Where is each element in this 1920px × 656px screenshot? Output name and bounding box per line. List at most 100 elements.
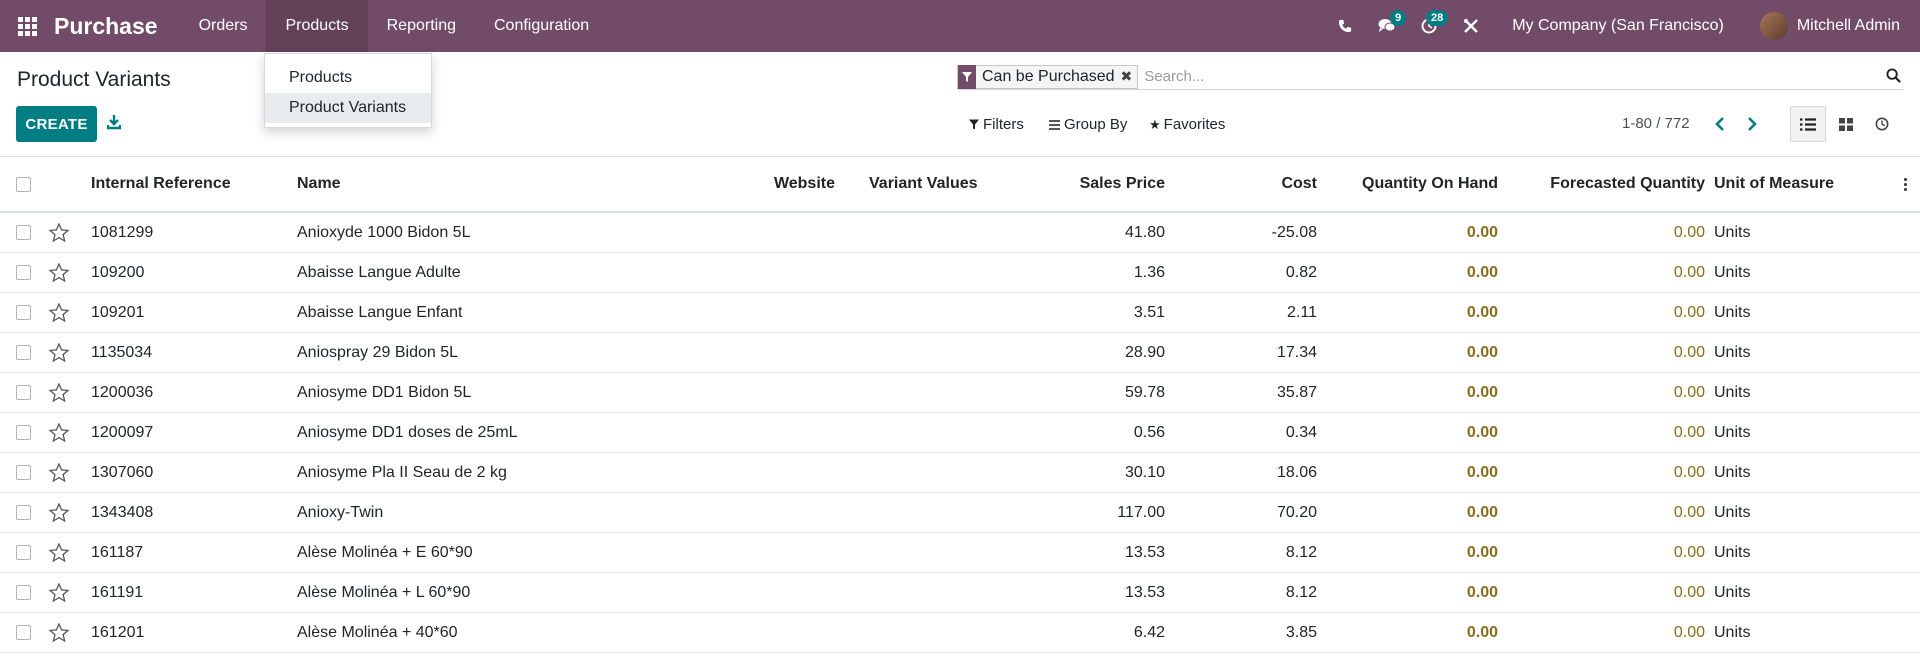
cell-cost: 8.12 xyxy=(1285,583,1317,601)
table-row[interactable]: 1135034 Aniospray 29 Bidon 5L 28.90 17.3… xyxy=(0,333,1920,373)
page-title: Product Variants xyxy=(17,68,171,91)
row-checkbox[interactable] xyxy=(16,613,32,652)
row-checkbox[interactable] xyxy=(16,413,32,452)
apps-menu-icon[interactable] xyxy=(0,0,54,52)
row-checkbox[interactable] xyxy=(16,493,32,532)
header-forecasted-quantity[interactable]: Forecasted Quantity xyxy=(1510,157,1705,211)
header-website[interactable]: Website xyxy=(700,157,835,211)
user-avatar[interactable] xyxy=(1759,12,1788,40)
favorite-star-icon[interactable] xyxy=(49,293,69,332)
row-checkbox[interactable] xyxy=(16,533,32,572)
row-checkbox[interactable] xyxy=(16,293,32,332)
header-sales-price[interactable]: Sales Price xyxy=(1000,157,1165,211)
table-row[interactable]: 1343408 Anioxy-Twin 117.00 70.20 0.00 0.… xyxy=(0,493,1920,533)
table-row[interactable]: 1200097 Aniosyme DD1 doses de 25mL 0.56 … xyxy=(0,413,1920,453)
dropdown-item-products[interactable]: Products xyxy=(265,63,431,93)
favorite-star-icon[interactable] xyxy=(49,413,69,452)
header-name[interactable]: Name xyxy=(297,157,341,211)
cell-name: Aniospray 29 Bidon 5L xyxy=(297,343,458,361)
cell-unit-of-measure: Units xyxy=(1714,623,1751,641)
group-by-toggle[interactable]: Group By xyxy=(1049,116,1127,133)
cell-forecasted-quantity: 0.00 xyxy=(1673,263,1705,281)
pager-next-icon[interactable] xyxy=(1741,113,1763,135)
app-brand[interactable]: Purchase xyxy=(54,13,158,40)
filters-toggle[interactable]: Filters xyxy=(969,116,1024,133)
cell-quantity-on-hand: 0.00 xyxy=(1466,343,1498,361)
cell-name: Alèse Molinéa + L 60*90 xyxy=(297,583,471,601)
favorite-star-icon[interactable] xyxy=(49,373,69,412)
cell-cost: 17.34 xyxy=(1276,343,1317,361)
cell-sales-price: 13.53 xyxy=(1124,583,1165,601)
header-unit-of-measure[interactable]: Unit of Measure xyxy=(1714,157,1834,211)
optional-columns-icon[interactable] xyxy=(1904,157,1907,211)
row-checkbox[interactable] xyxy=(16,453,32,492)
header-variant-values[interactable]: Variant Values xyxy=(869,157,978,211)
row-checkbox[interactable] xyxy=(16,253,32,292)
favorite-star-icon[interactable] xyxy=(49,573,69,612)
favorite-star-icon[interactable] xyxy=(49,453,69,492)
row-checkbox[interactable] xyxy=(16,213,32,252)
header-internal-reference[interactable]: Internal Reference xyxy=(91,157,231,211)
cell-unit-of-measure: Units xyxy=(1714,343,1751,361)
cell-forecasted-quantity: 0.00 xyxy=(1673,623,1705,641)
menu-products[interactable]: Products xyxy=(266,0,368,52)
cell-internal-reference: 161201 xyxy=(91,623,145,641)
cell-cost: -25.08 xyxy=(1271,223,1317,241)
table-row[interactable]: 109201 Abaisse Langue Enfant 3.51 2.11 0… xyxy=(0,293,1920,333)
favorite-star-icon[interactable] xyxy=(49,613,69,652)
create-button[interactable]: CREATE xyxy=(16,106,97,142)
cell-forecasted-quantity: 0.00 xyxy=(1673,223,1705,241)
dropdown-item-product-variants[interactable]: Product Variants xyxy=(265,93,431,123)
cell-forecasted-quantity: 0.00 xyxy=(1673,423,1705,441)
menu-reporting[interactable]: Reporting xyxy=(368,0,475,52)
activity-view-icon[interactable] xyxy=(1864,106,1900,142)
product-variants-table: Internal Reference Name Website Variant … xyxy=(0,156,1920,653)
table-row[interactable]: 1200036 Aniosyme DD1 Bidon 5L 59.78 35.8… xyxy=(0,373,1920,413)
phone-icon[interactable] xyxy=(1324,0,1366,52)
table-row[interactable]: 1081299 Anioxyde 1000 Bidon 5L 41.80 -25… xyxy=(0,213,1920,253)
pager-previous-icon[interactable] xyxy=(1709,113,1731,135)
table-header-row: Internal Reference Name Website Variant … xyxy=(0,157,1920,213)
menu-orders[interactable]: Orders xyxy=(180,0,267,52)
download-icon[interactable] xyxy=(106,114,125,132)
table-body: 1081299 Anioxyde 1000 Bidon 5L 41.80 -25… xyxy=(0,213,1920,653)
group-by-label: Group By xyxy=(1064,116,1128,133)
header-quantity-on-hand[interactable]: Quantity On Hand xyxy=(1330,157,1498,211)
kanban-view-icon[interactable] xyxy=(1828,106,1864,142)
menu-configuration[interactable]: Configuration xyxy=(475,0,608,52)
header-cost[interactable]: Cost xyxy=(1175,157,1317,211)
cell-cost: 35.87 xyxy=(1276,383,1317,401)
row-checkbox[interactable] xyxy=(16,573,32,612)
cell-sales-price: 117.00 xyxy=(1117,503,1165,521)
pager-value[interactable]: 1-80 / 772 xyxy=(1622,115,1690,132)
row-checkbox[interactable] xyxy=(16,373,32,412)
favorite-star-icon[interactable] xyxy=(49,493,69,532)
search-input[interactable] xyxy=(1144,68,1903,85)
facet-remove-icon[interactable]: ✖ xyxy=(1121,68,1138,85)
row-checkbox[interactable] xyxy=(16,333,32,372)
list-view-icon[interactable] xyxy=(1790,106,1826,142)
favorite-star-icon[interactable] xyxy=(49,213,69,252)
chat-icon[interactable]: 9 xyxy=(1366,0,1408,52)
favorite-star-icon[interactable] xyxy=(49,333,69,372)
search-icon[interactable] xyxy=(1886,68,1901,88)
favorite-star-icon[interactable] xyxy=(49,533,69,572)
cell-forecasted-quantity: 0.00 xyxy=(1673,383,1705,401)
table-row[interactable]: 161187 Alèse Molinéa + E 60*90 13.53 8.1… xyxy=(0,533,1920,573)
select-all-checkbox[interactable] xyxy=(16,157,32,211)
cell-sales-price: 59.78 xyxy=(1124,383,1165,401)
cell-cost: 18.06 xyxy=(1276,463,1317,481)
table-row[interactable]: 161191 Alèse Molinéa + L 60*90 13.53 8.1… xyxy=(0,573,1920,613)
user-menu[interactable]: Mitchell Admin xyxy=(1797,17,1900,35)
cell-cost: 70.20 xyxy=(1276,503,1317,521)
company-switcher[interactable]: My Company (San Francisco) xyxy=(1512,17,1724,35)
table-row[interactable]: 109200 Abaisse Langue Adulte 1.36 0.82 0… xyxy=(0,253,1920,293)
table-row[interactable]: 1307060 Aniosyme Pla II Seau de 2 kg 30.… xyxy=(0,453,1920,493)
activity-clock-icon[interactable]: 28 xyxy=(1408,0,1450,52)
favorite-star-icon[interactable] xyxy=(49,253,69,292)
cell-name: Aniosyme Pla II Seau de 2 kg xyxy=(297,463,507,481)
favorites-toggle[interactable]: ★ Favorites xyxy=(1149,116,1225,133)
cell-quantity-on-hand: 0.00 xyxy=(1466,543,1498,561)
table-row[interactable]: 161201 Alèse Molinéa + 40*60 6.42 3.85 0… xyxy=(0,613,1920,653)
debug-tools-icon[interactable] xyxy=(1450,0,1492,52)
